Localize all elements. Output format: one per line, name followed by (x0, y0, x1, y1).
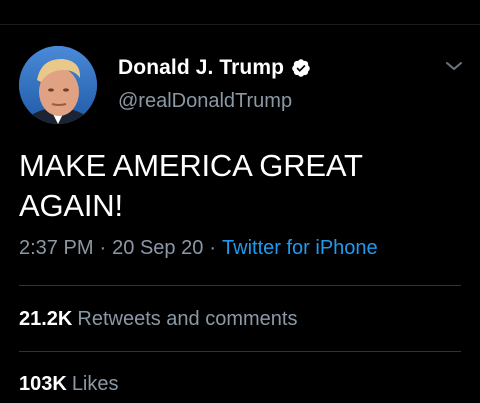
tweet-text-line: AGAIN! (19, 188, 123, 223)
tweet-text: MAKE AMERICA GREAT AGAIN! (19, 146, 459, 226)
tweet-metadata: 2:37 PM · 20 Sep 20 · Twitter for iPhone (19, 237, 378, 260)
display-name[interactable]: Donald J. Trump (118, 56, 284, 80)
avatar-image (19, 46, 97, 124)
author-name-row[interactable]: Donald J. Trump (118, 54, 311, 82)
top-divider (0, 24, 480, 25)
tweet-source-link[interactable]: Twitter for iPhone (222, 237, 378, 259)
retweets-count: 21.2K (19, 308, 73, 330)
likes-stat[interactable]: 103K Likes (19, 373, 119, 396)
chevron-down-icon[interactable] (443, 57, 465, 75)
retweets-label: Retweets and comments (77, 308, 298, 330)
separator: · (209, 237, 217, 259)
avatar[interactable] (19, 46, 97, 124)
divider (19, 285, 461, 286)
retweets-stat[interactable]: 21.2K Retweets and comments (19, 308, 297, 331)
divider (19, 351, 461, 352)
likes-label: Likes (71, 373, 119, 395)
tweet-date[interactable]: 20 Sep 20 (112, 237, 203, 259)
tweet-text-line: MAKE AMERICA GREAT (19, 148, 363, 183)
verified-badge-icon (291, 58, 311, 78)
author-handle[interactable]: @realDonaldTrump (118, 90, 292, 113)
likes-count: 103K (19, 373, 67, 395)
separator: · (99, 237, 107, 259)
tweet-time[interactable]: 2:37 PM (19, 237, 93, 259)
